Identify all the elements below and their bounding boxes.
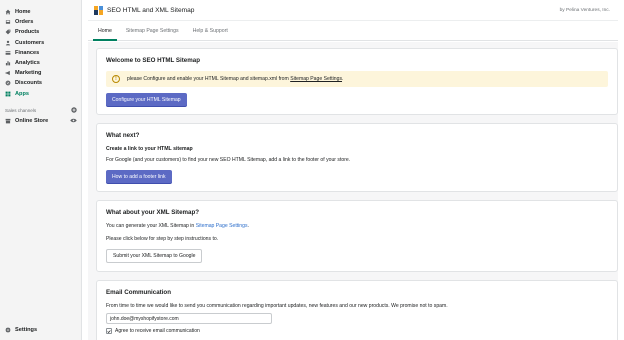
create-link-text: For Google (and your customers) to find … [106, 157, 351, 163]
xml-instructions-text: Please click below for step by step inst… [106, 236, 219, 242]
xml-sitemap-title: What about your XML Sitemap? [106, 209, 200, 216]
sidebar-item-settings[interactable]: Settings [0, 325, 82, 335]
store-icon [5, 118, 11, 124]
add-footer-link-button[interactable]: How to add a footer link [106, 170, 172, 183]
sidebar: Home Orders Products Customers Finances … [0, 0, 82, 340]
email-text: From time to time we would like to send … [106, 303, 448, 309]
tab-bar: Home Sitemap Page Settings Help & Suppor… [88, 21, 618, 41]
welcome-card: Welcome to SEO HTML Sitemap ! please Con… [96, 48, 618, 115]
sidebar-item-label: Apps [15, 90, 29, 97]
sidebar-item-label: Customers [15, 39, 45, 46]
sidebar-item-apps[interactable]: Apps [0, 89, 81, 99]
products-icon [5, 29, 11, 35]
sidebar-item-products[interactable]: Products [0, 27, 81, 37]
app-header: SEO HTML and XML Sitemap by Pelina Ventu… [88, 0, 618, 21]
sidebar-item-online-store[interactable]: Online Store [0, 116, 82, 126]
orders-icon [5, 19, 11, 25]
home-icon [5, 9, 11, 15]
main-area: SEO HTML and XML Sitemap by Pelina Ventu… [88, 0, 618, 340]
email-consent-checkbox[interactable] [106, 328, 112, 334]
sidebar-item-home[interactable]: Home [0, 7, 81, 17]
xml-text-suffix: . [247, 223, 249, 229]
analytics-icon [5, 60, 11, 66]
settings-label: Settings [15, 327, 38, 334]
online-store-row[interactable]: Online Store [0, 116, 82, 126]
warning-icon: ! [112, 75, 120, 83]
page-content: Welcome to SEO HTML Sitemap ! please Con… [88, 42, 618, 340]
xml-generate-text: You can generate your XML Sitemap in Sit… [106, 223, 608, 229]
sales-channels-header: Sales channels [5, 107, 77, 114]
sidebar-item-orders[interactable]: Orders [0, 17, 81, 27]
sidebar-item-label: Products [15, 29, 40, 36]
sidebar-item-label: Home [15, 9, 31, 16]
eye-icon[interactable] [70, 118, 77, 125]
banner-text: please Configure and enable your HTML Si… [127, 76, 289, 82]
online-store-left: Online Store [5, 118, 48, 124]
add-channel-icon[interactable] [71, 107, 77, 114]
settings-row[interactable]: Settings [0, 325, 82, 335]
discounts-icon [5, 80, 11, 86]
configure-sitemap-button[interactable]: Configure your HTML Sitemap [106, 93, 187, 106]
email-consent-label: Agree to receive email communication [115, 328, 200, 334]
sidebar-item-marketing[interactable]: Marketing [0, 68, 81, 78]
app-logo-icon [94, 5, 103, 15]
marketing-icon [5, 70, 11, 76]
gear-icon [5, 327, 11, 333]
customers-icon [5, 40, 11, 46]
submit-xml-sitemap-button[interactable]: Submit your XML Sitemap to Google [106, 249, 203, 263]
email-field[interactable]: john.doe@myshopifystore.com [106, 313, 272, 324]
sidebar-item-discounts[interactable]: Discounts [0, 78, 81, 88]
sidebar-item-label: Analytics [15, 60, 40, 67]
apps-icon [5, 91, 11, 97]
what-next-card: What next? Create a link to your HTML si… [96, 123, 618, 192]
xml-sitemap-card: What about your XML Sitemap? You can gen… [96, 200, 618, 272]
email-title: Email Communication [106, 289, 171, 296]
banner-link-sitemap-settings[interactable]: Sitemap Page Settings [290, 76, 342, 82]
email-communication-card: Email Communication From time to time we… [96, 280, 618, 340]
sidebar-item-customers[interactable]: Customers [0, 38, 81, 48]
email-consent-row[interactable]: Agree to receive email communication [106, 328, 608, 334]
tab-home[interactable]: Home [91, 28, 119, 41]
online-store-label: Online Store [15, 118, 49, 125]
sidebar-item-label: Discounts [15, 80, 43, 87]
xml-sitemap-settings-link[interactable]: Sitemap Page Settings [196, 223, 248, 229]
warning-banner: ! please Configure and enable your HTML … [106, 71, 608, 87]
app-vendor: by Pelina Ventures, Inc. [559, 8, 610, 13]
sidebar-item-analytics[interactable]: Analytics [0, 58, 81, 68]
tab-help-support[interactable]: Help & Support [186, 28, 235, 40]
app-title: SEO HTML and XML Sitemap [107, 6, 195, 14]
tab-sitemap-page-settings[interactable]: Sitemap Page Settings [119, 28, 186, 40]
sidebar-item-label: Finances [15, 49, 40, 56]
sidebar-item-finances[interactable]: Finances [0, 48, 81, 58]
xml-text-prefix: You can generate your XML Sitemap in [106, 223, 195, 229]
sidebar-item-label: Orders [15, 19, 34, 26]
sales-channels-label: Sales channels [5, 108, 37, 113]
finances-icon [5, 50, 11, 56]
create-link-subtitle: Create a link to your HTML sitemap [106, 146, 193, 152]
banner-end: . [342, 76, 344, 82]
what-next-title: What next? [106, 132, 140, 139]
sidebar-item-label: Marketing [15, 70, 42, 77]
welcome-title: Welcome to SEO HTML Sitemap [106, 57, 200, 64]
